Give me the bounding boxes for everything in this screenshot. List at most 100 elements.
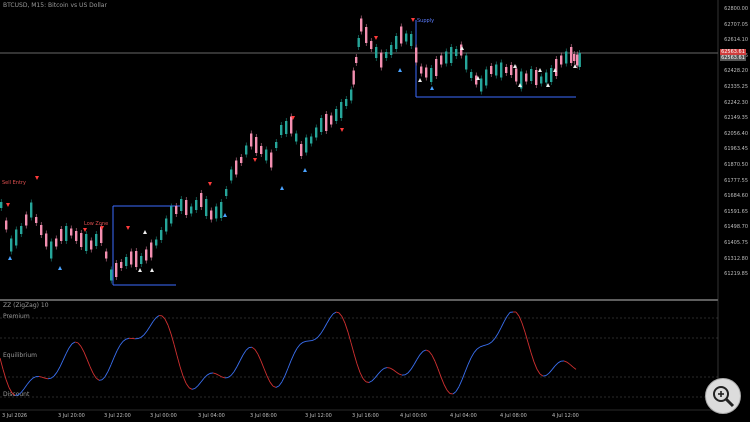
candle <box>130 251 133 265</box>
oscillator-segment <box>8 387 13 394</box>
candle <box>120 262 123 268</box>
oscillator-segment <box>317 333 322 338</box>
oscillator-segment <box>569 364 574 368</box>
candle <box>240 157 243 163</box>
price-axis-label: 61870.50 <box>724 162 748 168</box>
candle <box>365 27 368 43</box>
candle <box>435 59 438 76</box>
sell-arrow-icon <box>6 203 10 207</box>
candle <box>440 55 443 65</box>
oscillator-segment <box>299 341 304 345</box>
candle <box>205 199 208 216</box>
candle <box>175 206 178 214</box>
oscillator-segment <box>0 357 4 370</box>
candle <box>70 228 73 236</box>
candle <box>515 68 518 82</box>
oscillator-segment <box>479 345 484 348</box>
oscillator-segment <box>377 370 382 375</box>
oscillator-segment <box>212 372 217 375</box>
oscillator-segment <box>62 353 67 361</box>
oscillator-segment <box>380 368 385 372</box>
oscillator-segment <box>467 357 472 365</box>
candle <box>470 72 473 78</box>
candle <box>105 251 108 259</box>
oscillator-segment <box>533 361 538 370</box>
candle <box>415 47 418 63</box>
oscillator-segment <box>185 382 190 388</box>
oscillator-segment <box>290 353 295 361</box>
candle <box>50 241 53 259</box>
price-axis-label: 62242.30 <box>724 99 748 106</box>
oscillator-segment <box>83 351 88 360</box>
oscillator-segment <box>506 312 511 317</box>
candle <box>573 54 576 61</box>
oscillator-segment <box>149 321 154 327</box>
oscillator-segment <box>188 387 193 390</box>
oscillator-segment <box>413 359 418 365</box>
oscillator-segment <box>416 354 421 360</box>
candle <box>180 199 183 211</box>
candle <box>145 249 148 261</box>
candle <box>10 238 13 252</box>
oscillator-segment <box>404 372 409 376</box>
candle <box>65 226 68 241</box>
candle <box>285 121 288 134</box>
price-axis-label: 62614.10 <box>724 37 748 44</box>
oscillator-segment <box>281 375 286 382</box>
oscillator-segment <box>179 366 184 377</box>
buy-arrow-icon <box>303 168 307 172</box>
oscillator-segment <box>125 337 130 340</box>
oscillator-segment <box>455 386 460 392</box>
time-axis-label: 3 Jul 08:00 <box>250 413 277 419</box>
candle <box>530 69 533 81</box>
oscillator-segment <box>452 391 457 395</box>
oscillator-segment <box>89 366 94 374</box>
oscillator-segment <box>74 341 79 344</box>
candle <box>340 102 343 118</box>
zoom-button[interactable] <box>705 378 741 414</box>
oscillator-segment <box>296 344 301 349</box>
oscillator-segment <box>2 369 7 380</box>
time-axis-label: 3 Jul 2026 <box>2 413 28 419</box>
oscillator-segment <box>503 316 508 323</box>
sell-arrow-icon <box>208 182 212 186</box>
price-chart[interactable] <box>0 0 750 422</box>
price-axis-label: 61498.70 <box>724 224 748 231</box>
oscillator-segment <box>458 379 463 387</box>
oscillator-segment <box>152 317 157 322</box>
candle <box>5 220 8 230</box>
price-axis-label: 61591.65 <box>724 208 748 215</box>
candle <box>140 256 143 264</box>
candle <box>280 125 283 135</box>
oscillator-segment <box>425 349 430 352</box>
oscillator-segment <box>371 377 376 382</box>
bid-price-tag: 62563.61 <box>720 55 746 61</box>
candle <box>578 53 581 67</box>
candle <box>235 160 238 175</box>
buy-arrow-icon <box>418 78 422 82</box>
oscillator-segment <box>101 376 106 381</box>
oscillator-segment <box>566 361 571 365</box>
time-axis-label: 3 Jul 22:00 <box>104 413 131 419</box>
oscillator-segment <box>272 385 277 388</box>
oscillator-segment <box>251 346 256 350</box>
oscillator-segment <box>176 355 181 367</box>
oscillator-segment <box>539 373 544 377</box>
candle <box>155 239 158 246</box>
oscillator-segment <box>572 366 577 370</box>
candle <box>60 229 63 241</box>
oscillator-segment <box>476 346 481 350</box>
candle <box>165 218 168 232</box>
oscillator-segment <box>548 369 553 374</box>
oscillator-segment <box>347 332 352 343</box>
time-axis-label: 4 Jul 00:00 <box>400 413 427 419</box>
sell-arrow-icon <box>126 226 130 230</box>
oscillator-segment <box>137 336 142 340</box>
oscillator-segment <box>545 372 550 376</box>
buy-arrow-icon <box>223 213 227 217</box>
buy-arrow-icon <box>150 268 154 272</box>
candle <box>335 109 338 121</box>
oscillator-segment <box>230 371 235 376</box>
buy-arrow-icon <box>430 86 434 90</box>
candle <box>300 144 303 156</box>
